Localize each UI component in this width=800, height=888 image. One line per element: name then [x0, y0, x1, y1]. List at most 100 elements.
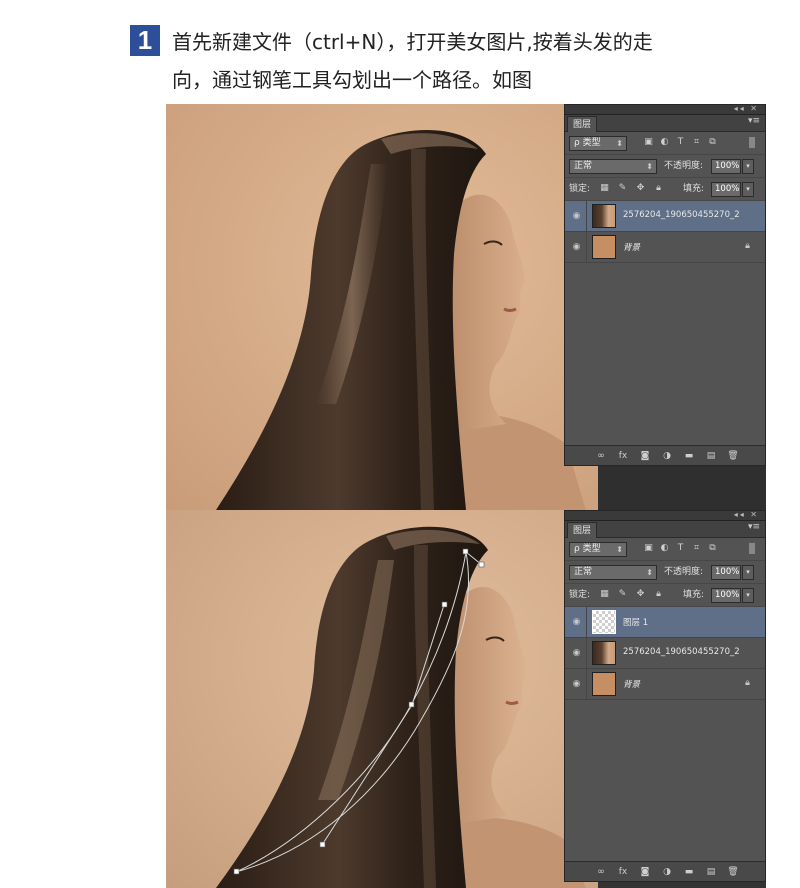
new-layer-icon[interactable]: ▤	[705, 866, 717, 878]
lock-paint-icon[interactable]: ✎	[617, 183, 628, 194]
filter-row: ρ 类型 ⬍ ▣ ◐ T ⌗ ⧉	[565, 132, 765, 155]
image-filter-icon[interactable]: ▣	[643, 137, 654, 148]
woman-hair-photo-original	[166, 104, 598, 510]
folder-icon[interactable]: ▬	[683, 450, 695, 462]
lock-paint-icon[interactable]: ✎	[617, 589, 628, 600]
shape-filter-icon[interactable]: ⌗	[691, 543, 702, 554]
layer-name: 图层 1	[623, 618, 649, 628]
blend-row: 正常 ⬍ 不透明度: 100% ▾	[565, 561, 765, 584]
filter-type-select[interactable]: ρ 类型 ⬍	[569, 136, 627, 151]
type-filter-icon[interactable]: T	[675, 137, 686, 148]
layer-name: 2576204_190650455270_2	[623, 210, 740, 220]
layer-name: 背景	[623, 243, 641, 253]
panel-footer: ∞ fx ◙ ◑ ▬ ▤ 🗑︎	[565, 861, 765, 881]
lock-transparent-icon[interactable]: ▦	[599, 589, 610, 600]
panel-collapse-close[interactable]: ◂◂ ✕	[734, 104, 759, 113]
panel-menu-icon[interactable]: ▾≡	[748, 522, 760, 532]
fill-input[interactable]: 100%	[711, 182, 741, 197]
lock-icon[interactable]: 🔒︎	[742, 678, 753, 689]
lock-row: 锁定: ▦ ✎ ✥ 🔒︎ 填充: 100% ▾	[565, 584, 765, 607]
folder-icon[interactable]: ▬	[683, 866, 695, 878]
layers-panel-2[interactable]: ◂◂ ✕ 图层 ▾≡ ρ 类型 ⬍ ▣ ◐ T ⌗ ⧉ 正常 ⬍ 不透明度: 100…	[564, 510, 766, 882]
fx-icon[interactable]: fx	[617, 450, 629, 462]
fill-input[interactable]: 100%	[711, 588, 741, 603]
tab-layers[interactable]: 图层	[567, 116, 598, 132]
lock-position-icon[interactable]: ✥	[635, 589, 646, 600]
link-icon[interactable]: ∞	[595, 450, 607, 462]
shape-filter-icon[interactable]: ⌗	[691, 137, 702, 148]
opacity-input[interactable]: 100%	[711, 565, 741, 580]
blend-mode-select[interactable]: 正常 ⬍	[569, 565, 657, 580]
woman-hair-photo-with-path	[166, 510, 598, 888]
step-instruction-line-2: 向，通过钢笔工具勾划出一个路径。如图	[172, 68, 532, 92]
fill-dropdown-icon[interactable]: ▾	[742, 182, 754, 197]
eye-icon[interactable]: ◉	[571, 679, 582, 690]
step-number-badge: 1	[130, 25, 160, 56]
opacity-label: 不透明度:	[664, 567, 704, 577]
lock-all-icon[interactable]: 🔒︎	[653, 589, 664, 600]
mask-icon[interactable]: ◙	[639, 866, 651, 878]
lock-label: 锁定:	[569, 184, 591, 194]
trash-icon[interactable]: 🗑︎	[727, 866, 739, 878]
lock-transparent-icon[interactable]: ▦	[599, 183, 610, 194]
layer-thumbnail	[592, 641, 616, 665]
layer-thumbnail	[592, 204, 616, 228]
lock-row: 锁定: ▦ ✎ ✥ 🔒︎ 填充: 100% ▾	[565, 178, 765, 201]
mask-icon[interactable]: ◙	[639, 450, 651, 462]
adjustment-icon[interactable]: ◑	[661, 450, 673, 462]
layer-list: ◉ 图层 1 ◉ 2576204_190650455270_2 ◉ 背景 🔒︎	[565, 607, 765, 700]
lock-label: 锁定:	[569, 590, 591, 600]
panel-tab-row: 图层 ▾≡	[565, 521, 765, 538]
layer-thumbnail	[592, 235, 616, 259]
lock-icon[interactable]: 🔒︎	[742, 241, 753, 252]
blend-mode-select[interactable]: 正常 ⬍	[569, 159, 657, 174]
panel-titlebar[interactable]: ◂◂ ✕	[565, 510, 765, 521]
layers-panel-1[interactable]: ◂◂ ✕ 图层 ▾≡ ρ 类型 ⬍ ▣ ◐ T ⌗ ⧉ 正常 ⬍ 不透明度: 100…	[564, 104, 766, 466]
fill-label: 填充:	[683, 590, 705, 600]
eye-icon[interactable]: ◉	[571, 617, 582, 628]
type-filter-icon[interactable]: T	[675, 543, 686, 554]
eye-icon[interactable]: ◉	[571, 211, 582, 222]
layer-list: ◉ 2576204_190650455270_2 ◉ 背景 🔒︎	[565, 201, 765, 263]
opacity-label: 不透明度:	[664, 161, 704, 171]
new-layer-icon[interactable]: ▤	[705, 450, 717, 462]
panel-collapse-close[interactable]: ◂◂ ✕	[734, 510, 759, 519]
image-filter-icon[interactable]: ▣	[643, 543, 654, 554]
adjustment-filter-icon[interactable]: ◐	[659, 543, 670, 554]
adjustment-icon[interactable]: ◑	[661, 866, 673, 878]
layer-row-background[interactable]: ◉ 背景 🔒︎	[565, 669, 765, 700]
layer-row-photo[interactable]: ◉ 2576204_190650455270_2	[565, 638, 765, 669]
opacity-dropdown-icon[interactable]: ▾	[742, 565, 754, 580]
opacity-input[interactable]: 100%	[711, 159, 741, 174]
lock-all-icon[interactable]: 🔒︎	[653, 183, 664, 194]
panel-footer: ∞ fx ◙ ◑ ▬ ▤ 🗑︎	[565, 445, 765, 465]
filter-toggle-icon[interactable]	[749, 137, 755, 148]
eye-icon[interactable]: ◉	[571, 648, 582, 659]
trash-icon[interactable]: 🗑︎	[727, 450, 739, 462]
panel-titlebar[interactable]: ◂◂ ✕	[565, 104, 765, 115]
layer-row-photo[interactable]: ◉ 2576204_190650455270_2	[565, 201, 765, 232]
hair-illustration	[216, 526, 586, 888]
layer-row-background[interactable]: ◉ 背景 🔒︎	[565, 232, 765, 263]
fx-icon[interactable]: fx	[617, 866, 629, 878]
layer-name: 背景	[623, 680, 641, 690]
fill-dropdown-icon[interactable]: ▾	[742, 588, 754, 603]
tab-layers[interactable]: 图层	[567, 522, 598, 538]
link-icon[interactable]: ∞	[595, 866, 607, 878]
hair-illustration	[216, 130, 586, 510]
opacity-dropdown-icon[interactable]: ▾	[742, 159, 754, 174]
layer-name: 2576204_190650455270_2	[623, 647, 740, 657]
panel-tab-row: 图层 ▾≡	[565, 115, 765, 132]
filter-type-select[interactable]: ρ 类型 ⬍	[569, 542, 627, 557]
layer-thumbnail	[592, 610, 616, 634]
panel-menu-icon[interactable]: ▾≡	[748, 116, 760, 126]
smart-object-filter-icon[interactable]: ⧉	[707, 137, 718, 148]
lock-position-icon[interactable]: ✥	[635, 183, 646, 194]
blend-row: 正常 ⬍ 不透明度: 100% ▾	[565, 155, 765, 178]
layer-thumbnail	[592, 672, 616, 696]
eye-icon[interactable]: ◉	[571, 242, 582, 253]
smart-object-filter-icon[interactable]: ⧉	[707, 543, 718, 554]
filter-toggle-icon[interactable]	[749, 543, 755, 554]
adjustment-filter-icon[interactable]: ◐	[659, 137, 670, 148]
layer-row-layer-1[interactable]: ◉ 图层 1	[565, 607, 765, 638]
